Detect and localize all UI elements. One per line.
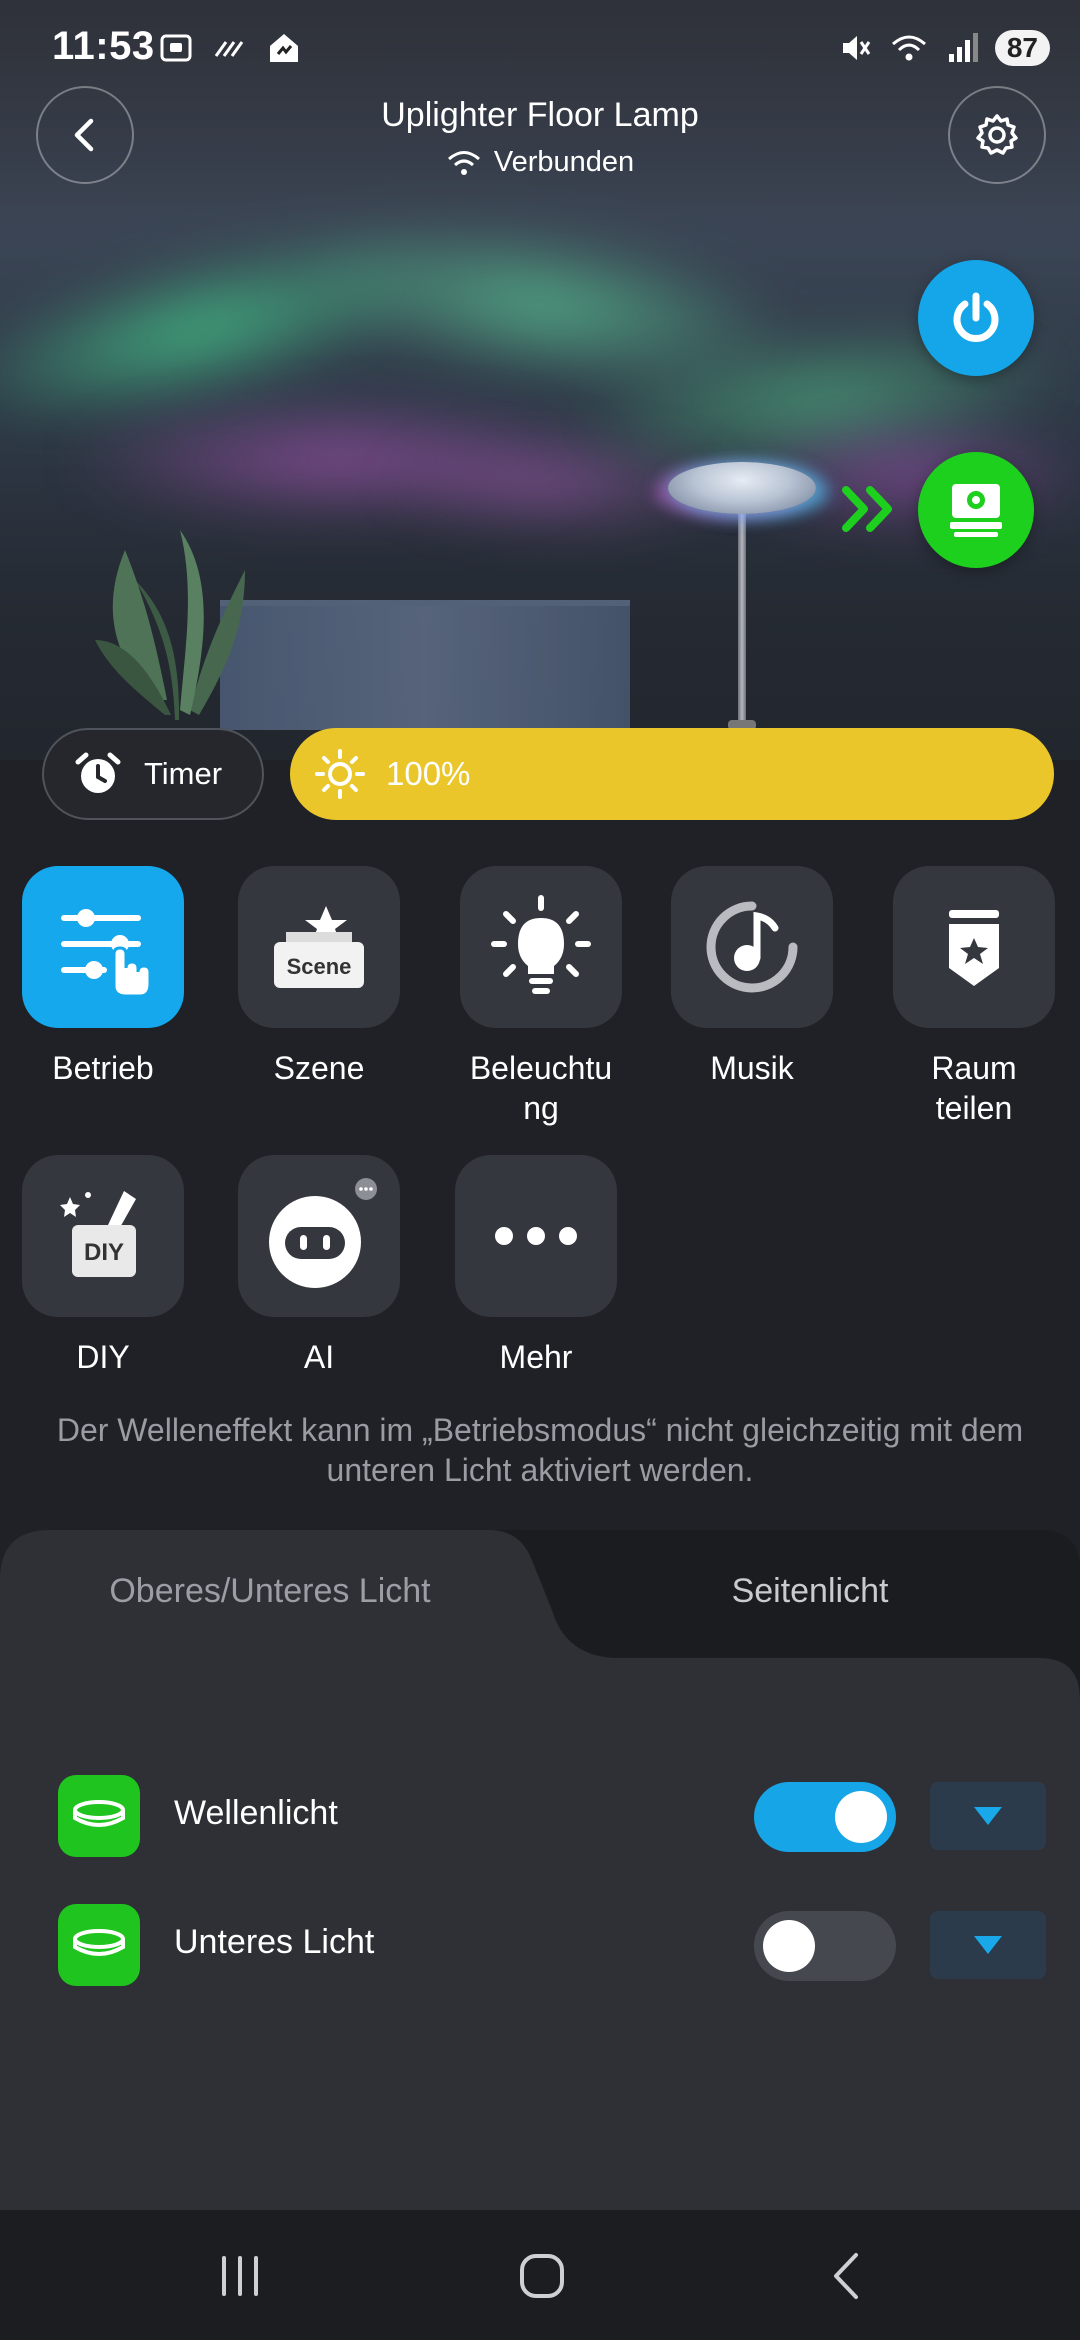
mute-icon xyxy=(842,36,871,60)
recent-apps-icon xyxy=(222,2256,258,2296)
scene-badge-text: Scene xyxy=(287,954,352,979)
mode-tile-diy[interactable]: DIY DIY xyxy=(22,1155,184,1377)
mode-notice: Der Welleneffekt kann im „Betriebsmodus“… xyxy=(56,1412,1024,1488)
sofa-illustration xyxy=(220,600,630,730)
recent-apps-button[interactable] xyxy=(210,2246,270,2306)
gear-icon xyxy=(976,114,1018,155)
tv-sync-button[interactable] xyxy=(918,452,1034,568)
mode-label: Musik xyxy=(710,1050,794,1086)
home-circle-icon xyxy=(520,2254,564,2298)
light-name: Unteres Licht xyxy=(174,1923,375,1961)
lamp-head xyxy=(668,462,816,514)
power-icon xyxy=(953,292,999,342)
alarm-clock-icon xyxy=(75,752,121,793)
settings-button[interactable] xyxy=(948,86,1046,184)
connection-status: Verbunden xyxy=(0,146,1080,179)
data-saver-icon xyxy=(214,41,244,57)
tab-panel-background xyxy=(0,1530,1080,2210)
unteres-licht-expand-button[interactable] xyxy=(930,1911,1046,1979)
sun-icon xyxy=(315,749,365,799)
more-dots-icon xyxy=(495,1227,577,1245)
tab-side-light[interactable]: Seitenlicht xyxy=(540,1572,1080,1611)
mode-tile-box[interactable]: Scene xyxy=(238,866,400,1028)
plant-illustration xyxy=(95,530,245,720)
mode-tile-box[interactable] xyxy=(893,866,1055,1028)
sliders-hand-icon xyxy=(61,909,152,998)
scene-icon: Scene xyxy=(274,906,364,988)
device-title: Uplighter Floor Lamp xyxy=(381,96,699,134)
light-control-panel: Oberes/Unteres Licht Seitenlicht Wellenl… xyxy=(0,1530,1080,2210)
home-button[interactable] xyxy=(512,2246,572,2306)
mode-label: AI xyxy=(303,1339,335,1375)
mode-label: Mehr xyxy=(499,1339,573,1375)
timer-label: Timer xyxy=(144,756,223,791)
mode-tile-szene[interactable]: Scene Szene xyxy=(238,866,400,1088)
caret-down-icon xyxy=(974,1807,1002,1825)
mode-tile-box[interactable] xyxy=(455,1155,617,1317)
mode-tile-mehr[interactable]: Mehr xyxy=(455,1155,617,1377)
toggle-knob xyxy=(835,1791,887,1843)
ai-robot-icon xyxy=(269,1178,377,1288)
caret-down-icon xyxy=(974,1936,1002,1954)
toggle-knob xyxy=(763,1920,815,1972)
system-back-button[interactable] xyxy=(816,2246,876,2306)
mode-tile-beleuchtung[interactable]: Beleuchtu ng xyxy=(460,866,622,1128)
screenshot-icon xyxy=(160,34,192,62)
status-time: 11:53 xyxy=(52,24,155,68)
battery-indicator: 87 xyxy=(994,30,1050,66)
mode-tile-box[interactable] xyxy=(460,866,622,1028)
timer-button[interactable]: Timer xyxy=(42,728,264,820)
brightness-value: 100% xyxy=(386,755,471,792)
mode-label: Betrieb xyxy=(52,1050,154,1086)
unteres-licht-toggle[interactable] xyxy=(754,1911,896,1981)
wifi-icon xyxy=(891,35,926,61)
mode-tile-musik[interactable]: Musik xyxy=(671,866,833,1088)
mode-label: DIY xyxy=(76,1339,130,1375)
mode-label: Szene xyxy=(273,1050,365,1086)
connection-status-label: Verbunden xyxy=(493,146,635,178)
mode-label: Raum teilen xyxy=(931,1050,1017,1126)
mode-tile-box[interactable] xyxy=(671,866,833,1028)
status-bar: 11:53 87 xyxy=(0,0,1080,100)
mode-tile-box[interactable] xyxy=(238,1155,400,1317)
wifi-icon xyxy=(447,150,480,175)
double-chevron-right-icon xyxy=(842,486,892,532)
mode-label: Beleuchtu ng xyxy=(469,1050,613,1126)
tab-upper-lower-light[interactable]: Oberes/Unteres Licht xyxy=(0,1572,540,1611)
power-button[interactable] xyxy=(918,260,1034,376)
home-icon xyxy=(270,34,298,62)
light-row-wellenlicht: Wellenlicht xyxy=(0,1770,1080,1860)
mode-tile-betrieb[interactable]: Betrieb xyxy=(22,866,184,1088)
sync-box-icon xyxy=(950,484,1002,537)
share-room-icon xyxy=(949,910,999,986)
signal-icon xyxy=(948,33,978,62)
wellenlicht-expand-button[interactable] xyxy=(930,1782,1046,1850)
mode-tile-box[interactable] xyxy=(22,866,184,1028)
system-navigation-bar xyxy=(0,2210,1080,2340)
mode-tile-ai[interactable]: AI xyxy=(238,1155,400,1377)
mode-tile-box[interactable]: DIY xyxy=(22,1155,184,1317)
lamp-disc-icon xyxy=(58,1775,140,1857)
light-row-unteres-licht: Unteres Licht xyxy=(0,1899,1080,1989)
status-icons-right: 87 xyxy=(837,30,1050,66)
lamp-disc-icon xyxy=(58,1904,140,1986)
lightbulb-icon xyxy=(491,895,591,994)
light-name: Wellenlicht xyxy=(174,1794,338,1832)
brightness-slider[interactable]: 100% xyxy=(290,728,1054,820)
diy-badge-text: DIY xyxy=(84,1239,124,1266)
diy-icon: DIY xyxy=(60,1191,136,1277)
music-note-icon xyxy=(706,901,798,993)
wellenlicht-toggle[interactable] xyxy=(754,1782,896,1852)
lamp-pole xyxy=(738,500,746,728)
chevron-left-icon xyxy=(834,2253,858,2299)
mode-tile-raum-teilen[interactable]: Raum teilen xyxy=(893,866,1055,1128)
status-icons-left xyxy=(158,30,302,66)
